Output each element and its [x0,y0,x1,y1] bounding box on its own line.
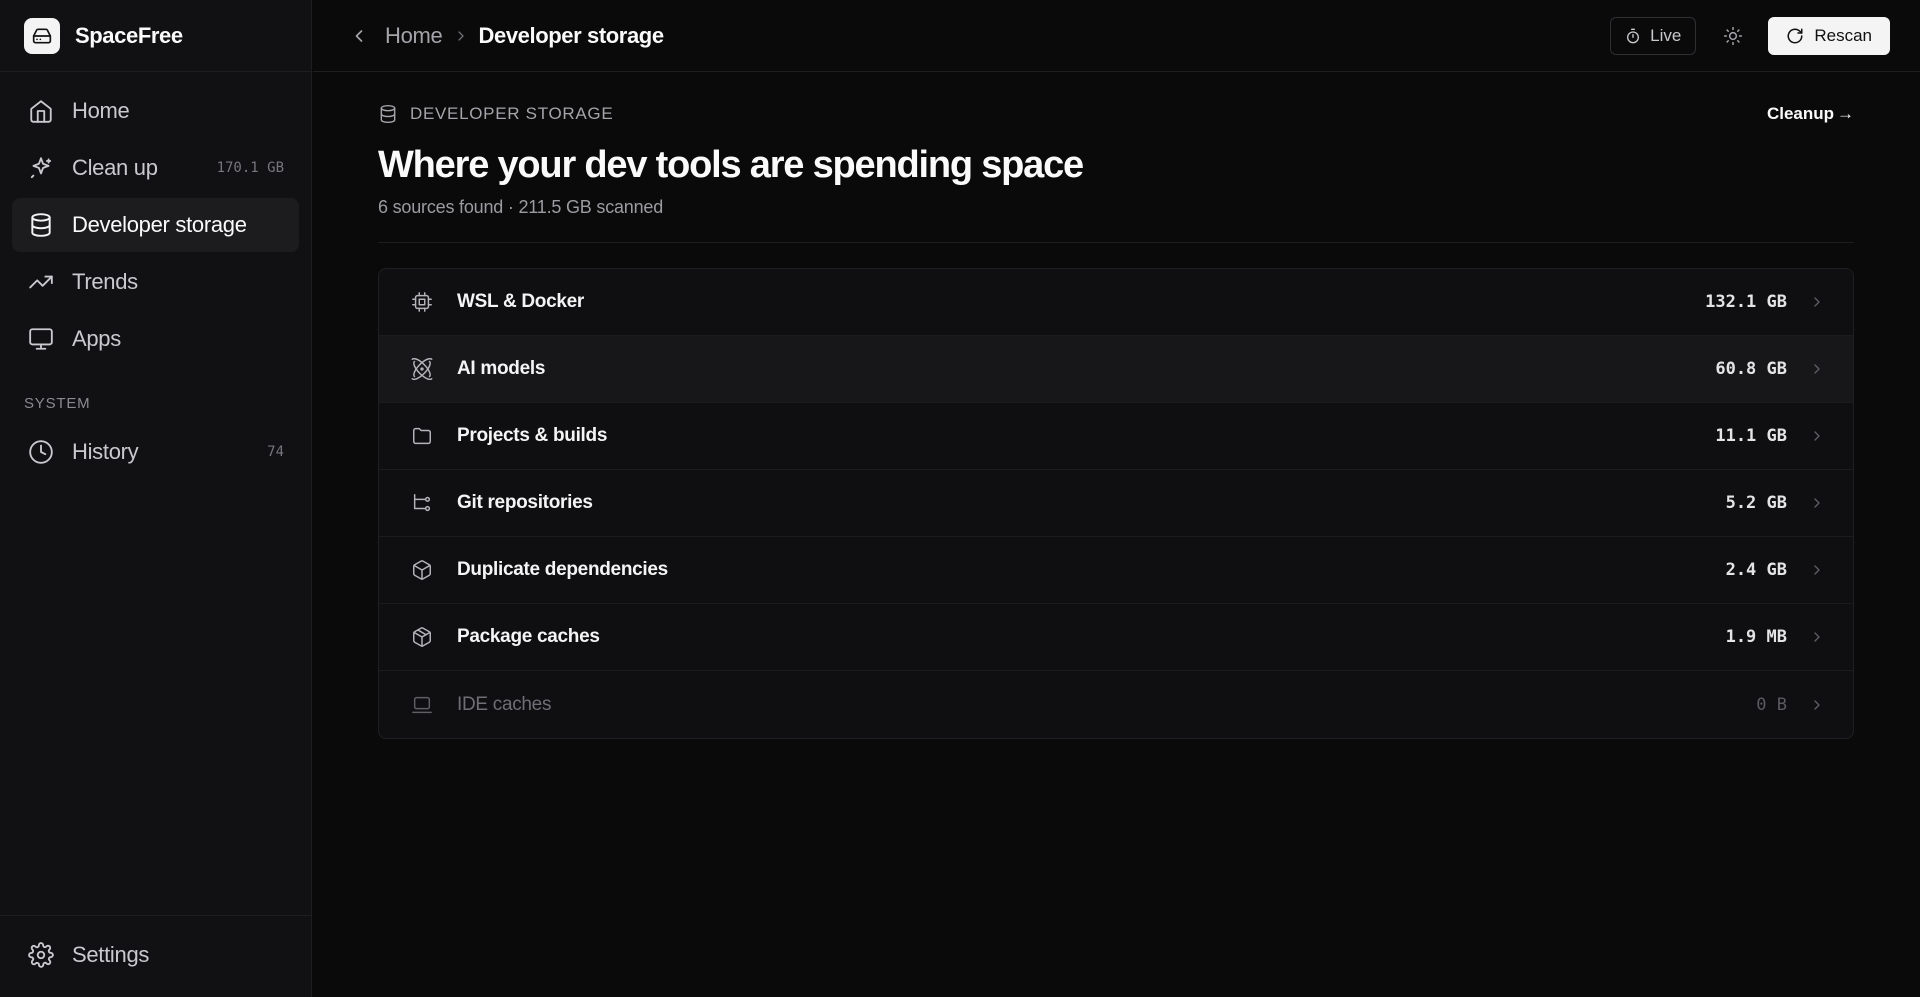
page-eyebrow: DEVELOPER STORAGE Cleanup → [378,102,1854,126]
source-name: Projects & builds [457,425,608,446]
gear-icon [28,942,54,968]
source-size: 132.1 GB [1705,292,1787,312]
source-size: 11.1 GB [1715,426,1787,446]
system-nav: History 74 [0,425,311,479]
rescan-label: Rescan [1814,25,1872,45]
sidebar-item-label: Trends [72,269,138,294]
breadcrumb-home[interactable]: Home [385,23,443,49]
sidebar-item-clean-up[interactable]: Clean up 170.1 GB [12,141,299,195]
sidebar-item-settings[interactable]: Settings [12,928,299,982]
sidebar-item-trends[interactable]: Trends [12,255,299,309]
source-size: 0 B [1756,694,1787,715]
section-label-system: SYSTEM [24,395,91,412]
refresh-icon [1786,27,1804,45]
source-name: Git repositories [457,492,593,513]
theme-toggle-button[interactable] [1718,21,1748,51]
list-item-package-caches[interactable]: Package caches 1.9 MB [379,604,1853,671]
database-icon [378,104,398,124]
cpu-icon [411,291,433,313]
main-content: DEVELOPER STORAGE Cleanup → Where your d… [378,72,1854,739]
divider [378,242,1854,243]
app-name: SpaceFree [75,22,183,48]
trend-icon [28,269,54,295]
chevron-right-icon [1809,495,1825,511]
source-size: 2.4 GB [1725,560,1787,580]
chevron-right-icon [1809,562,1825,578]
sidebar-item-label: Settings [72,942,150,967]
package-icon [411,559,433,581]
sidebar-item-label: Developer storage [72,212,247,237]
eyebrow-text: DEVELOPER STORAGE [410,104,614,123]
chevron-right-icon [1809,361,1825,377]
sidebar-item-label: Home [72,98,130,123]
source-size: 5.2 GB [1725,493,1787,513]
breadcrumb-current: Developer storage [478,22,665,48]
sun-icon [1723,26,1743,46]
sidebar: SpaceFree Home Clean up 170.1 GB Develop… [0,0,312,997]
chevron-right-icon [1809,629,1825,645]
sidebar-item-label: History [72,439,139,464]
sidebar-nav: Home Clean up 170.1 GB Developer storage… [0,72,311,366]
sidebar-item-developer-storage[interactable]: Developer storage [12,198,299,252]
drive-logo-icon [24,17,60,54]
list-item-ide-caches[interactable]: IDE caches 0 B [379,671,1853,738]
chevron-right-icon [1809,294,1825,310]
home-icon [28,98,54,124]
chevron-right-icon [1809,428,1825,444]
chevron-right-icon [453,28,469,44]
clean-up-size-badge: 170.1 GB [216,160,284,176]
source-name: AI models [457,358,546,379]
sparkle-icon [28,155,54,181]
source-name: IDE caches [457,693,552,715]
sidebar-item-label: Clean up [72,155,158,180]
live-button[interactable]: Live [1610,16,1697,55]
history-count-badge: 74 [267,444,284,460]
database-icon [28,212,54,238]
sidebar-item-label: Apps [72,326,121,351]
folder-icon [411,425,433,447]
list-item-wsl-docker[interactable]: WSL & Docker 132.1 GB [379,269,1853,336]
page-subtitle: 6 sources found · 211.5 GB scanned [378,197,664,217]
live-label: Live [1650,25,1682,45]
source-size: 60.8 GB [1715,359,1787,379]
cleanup-link[interactable]: Cleanup → [1767,104,1854,124]
sidebar-item-home[interactable]: Home [12,84,299,138]
chevron-left-icon[interactable] [349,26,369,46]
rescan-button[interactable]: Rescan [1768,16,1890,55]
page-title: Where your dev tools are spending space [378,144,1084,186]
arrow-right-icon: → [1837,104,1854,123]
source-name: WSL & Docker [457,291,584,312]
list-item-git-repositories[interactable]: Git repositories 5.2 GB [379,470,1853,537]
timer-icon [1625,28,1641,44]
laptop-icon [411,694,433,716]
monitor-icon [28,326,54,352]
source-name: Duplicate dependencies [457,559,668,580]
chevron-right-icon [1809,697,1825,713]
brand[interactable]: SpaceFree [0,0,311,72]
sidebar-item-history[interactable]: History 74 [12,425,299,479]
box-icon [411,626,433,648]
list-item-duplicate-dependencies[interactable]: Duplicate dependencies 2.4 GB [379,537,1853,604]
breadcrumb: Home Developer storage [349,23,1610,49]
atom-icon [411,358,433,380]
clock-icon [28,439,54,465]
git-branch-icon [411,492,433,514]
source-size: 1.9 MB [1725,627,1787,647]
sidebar-footer: Settings [0,915,311,997]
sidebar-item-apps[interactable]: Apps [12,312,299,366]
cleanup-label: Cleanup [1766,104,1834,123]
storage-source-list: WSL & Docker 132.1 GB AI models 60.8 GB … [378,268,1854,739]
source-name: Package caches [457,626,600,647]
list-item-projects-builds[interactable]: Projects & builds 11.1 GB [379,403,1853,470]
list-item-ai-models[interactable]: AI models 60.8 GB [379,336,1853,403]
topbar: Home Developer storage Live Rescan [313,0,1920,72]
